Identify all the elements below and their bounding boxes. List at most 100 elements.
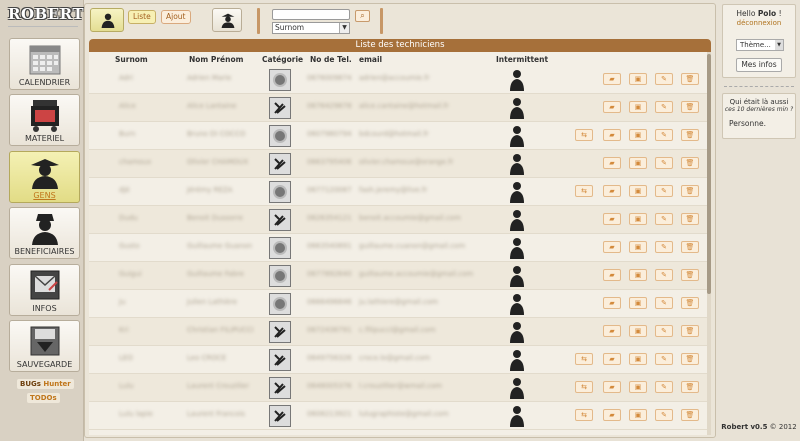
ajout-button[interactable]: Ajout — [161, 10, 191, 24]
search-field-select[interactable]: Surnom ▼ — [272, 22, 350, 34]
table-row[interactable]: Gusto Guillaume Guanon 0663540891 guillaume… — [89, 234, 707, 262]
cell-tel: 0672436791 — [307, 326, 352, 334]
table-row[interactable]: Lulu lapie Laurent Francois 0608213921 lulu… — [89, 402, 707, 430]
search-input[interactable] — [272, 9, 350, 20]
scrollbar[interactable] — [707, 52, 711, 435]
table-row[interactable]: Alice Alice Lantaine 0676429878 alice.canta… — [89, 94, 707, 122]
nav-materiel[interactable]: MATERIEL — [9, 94, 80, 146]
print-button[interactable]: ▣ — [629, 269, 647, 281]
category-tool-icon — [269, 97, 291, 119]
logout-link[interactable]: déconnexion — [723, 19, 795, 27]
delete-button[interactable]: 🗑 — [681, 409, 699, 421]
edit-button[interactable]: ✎ — [655, 381, 673, 393]
edit-button[interactable]: ✎ — [655, 185, 673, 197]
delete-button[interactable]: 🗑 — [681, 73, 699, 85]
search-button[interactable]: ⌕ — [355, 10, 370, 22]
delete-button[interactable]: 🗑 — [681, 381, 699, 393]
col-categorie[interactable]: Catégorie — [262, 55, 303, 64]
table-row[interactable]: Adri Adrien Marie 0676009874 adrien@accoumi… — [89, 66, 707, 94]
print-button[interactable]: ▣ — [629, 101, 647, 113]
swap-button[interactable]: ⇆ — [575, 353, 593, 365]
folder-button[interactable]: ▰ — [603, 325, 621, 337]
folder-button[interactable]: ▰ — [603, 241, 621, 253]
swap-button[interactable]: ⇆ — [575, 129, 593, 141]
edit-button[interactable]: ✎ — [655, 101, 673, 113]
folder-button[interactable]: ▰ — [603, 73, 621, 85]
table-row[interactable]: Lulu Laurent Crouzilier 0648005376 l.crouzi… — [89, 374, 707, 402]
delete-button[interactable]: 🗑 — [681, 269, 699, 281]
delete-button[interactable]: 🗑 — [681, 185, 699, 197]
edit-button[interactable]: ✎ — [655, 241, 673, 253]
beneficiary-mode-button[interactable] — [212, 8, 242, 32]
table-row[interactable]: LEO Leo CROCE 0649756326 croce.lo@gmail.com… — [89, 346, 707, 374]
theme-select[interactable]: Thème... ▼ — [736, 39, 784, 51]
nav-infos[interactable]: INFOS — [9, 264, 80, 316]
col-surnom[interactable]: Surnom — [115, 55, 148, 64]
edit-button[interactable]: ✎ — [655, 129, 673, 141]
folder-button[interactable]: ▰ — [603, 213, 621, 225]
print-button[interactable]: ▣ — [629, 409, 647, 421]
print-button[interactable]: ▣ — [629, 157, 647, 169]
print-button[interactable]: ▣ — [629, 129, 647, 141]
people-mode-button[interactable] — [90, 8, 124, 32]
col-tel[interactable]: No de Tel. — [310, 55, 352, 64]
delete-button[interactable]: 🗑 — [681, 297, 699, 309]
print-button[interactable]: ▣ — [629, 381, 647, 393]
cell-tel: 0676429878 — [307, 102, 352, 110]
delete-button[interactable]: 🗑 — [681, 241, 699, 253]
table-row[interactable]: Burn Bruno DI COCCO 0607980794 bdcourd@hotm… — [89, 122, 707, 150]
swap-button[interactable]: ⇆ — [575, 185, 593, 197]
edit-button[interactable]: ✎ — [655, 325, 673, 337]
nav-beneficiaires[interactable]: BENEFICIAIRES — [9, 207, 80, 259]
folder-button[interactable]: ▰ — [603, 101, 621, 113]
col-email[interactable]: email — [359, 55, 382, 64]
print-button[interactable]: ▣ — [629, 185, 647, 197]
folder-button[interactable]: ▰ — [603, 297, 621, 309]
print-button[interactable]: ▣ — [629, 325, 647, 337]
table-row[interactable]: Ju Julien Lathière 0666496846 ju.lathiere@g… — [89, 290, 707, 318]
my-infos-button[interactable]: Mes infos — [736, 58, 782, 72]
delete-button[interactable]: 🗑 — [681, 129, 699, 141]
liste-button[interactable]: Liste — [128, 10, 156, 24]
delete-button[interactable]: 🗑 — [681, 325, 699, 337]
nav-calendrier[interactable]: CALENDRIER — [9, 38, 80, 90]
folder-button[interactable]: ▰ — [603, 129, 621, 141]
folder-button[interactable]: ▰ — [603, 353, 621, 365]
edit-button[interactable]: ✎ — [655, 409, 673, 421]
delete-button[interactable]: 🗑 — [681, 353, 699, 365]
print-button[interactable]: ▣ — [629, 353, 647, 365]
print-button[interactable]: ▣ — [629, 297, 647, 309]
col-intermittent[interactable]: Intermittent — [496, 55, 548, 64]
table-row[interactable]: djé Jérémy REZA 0677120087 fash.jeremy@live… — [89, 178, 707, 206]
folder-button[interactable]: ▰ — [603, 185, 621, 197]
edit-button[interactable]: ✎ — [655, 297, 673, 309]
table-row[interactable]: Dudu Benoit Dussorre 0626354121 benoit.acco… — [89, 206, 707, 234]
table-row[interactable]: chamoux Olivier CHAMOUX 0663795406 olivier.… — [89, 150, 707, 178]
edit-button[interactable]: ✎ — [655, 353, 673, 365]
edit-button[interactable]: ✎ — [655, 73, 673, 85]
swap-button[interactable]: ⇆ — [575, 381, 593, 393]
edit-button[interactable]: ✎ — [655, 269, 673, 281]
edit-button[interactable]: ✎ — [655, 157, 673, 169]
print-button[interactable]: ▣ — [629, 73, 647, 85]
scrollbar-thumb[interactable] — [707, 54, 711, 294]
swap-button[interactable]: ⇆ — [575, 409, 593, 421]
folder-button[interactable]: ▰ — [603, 381, 621, 393]
edit-button[interactable]: ✎ — [655, 213, 673, 225]
print-button[interactable]: ▣ — [629, 241, 647, 253]
cell-tel: 0666496846 — [307, 298, 352, 306]
table-row[interactable]: Guigui Guillaume Fabre 0677892640 guillaume… — [89, 262, 707, 290]
print-button[interactable]: ▣ — [629, 213, 647, 225]
folder-button[interactable]: ▰ — [603, 157, 621, 169]
delete-button[interactable]: 🗑 — [681, 213, 699, 225]
folder-button[interactable]: ▰ — [603, 409, 621, 421]
folder-button[interactable]: ▰ — [603, 269, 621, 281]
delete-button[interactable]: 🗑 — [681, 101, 699, 113]
nav-sauvegarde[interactable]: SAUVEGARDE — [9, 320, 80, 372]
bugs-hunter-link[interactable]: BUGs Hunter — [17, 379, 74, 389]
table-row[interactable]: Kri Christian FILIPUCCI 0672436791 c.filipu… — [89, 318, 707, 346]
col-nom[interactable]: Nom Prénom — [189, 55, 243, 64]
delete-button[interactable]: 🗑 — [681, 157, 699, 169]
todos-link[interactable]: TODOs — [27, 393, 60, 403]
nav-gens[interactable]: GENS — [9, 151, 80, 203]
